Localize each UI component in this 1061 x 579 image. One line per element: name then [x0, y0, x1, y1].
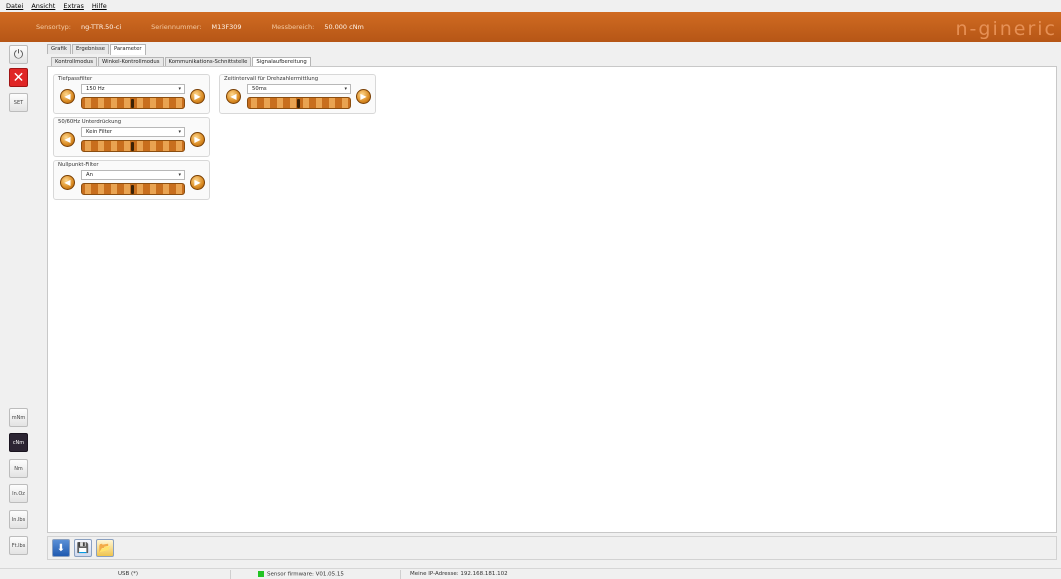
tiefpass-group: Tiefpassfilter ◀ 150 Hz ▾ ▶ — [53, 74, 210, 114]
messbereich-label: Messbereich: — [271, 23, 315, 31]
chevron-down-icon: ▾ — [178, 129, 181, 135]
messbereich-value: 50.000 cNm — [324, 23, 364, 31]
unit-cnm-button[interactable]: cNm — [9, 433, 28, 452]
arrow-right-icon: ▶ — [360, 91, 367, 101]
save-icon: 💾 — [76, 542, 90, 554]
zeitintervall-next-button[interactable]: ▶ — [356, 89, 371, 104]
menu-bar: Datei Ansicht Extras Hilfe — [0, 0, 1061, 12]
ip-status: Meine IP-Adresse: 192.168.181.102 — [410, 571, 508, 577]
sensortyp-value: ng-TTR.50-ci — [81, 23, 122, 31]
unterdrueckung-prev-button[interactable]: ◀ — [60, 132, 75, 147]
unterdrueckung-select[interactable]: Kein Filter ▾ — [81, 127, 185, 137]
zeitintervall-value: 50ms — [252, 86, 267, 92]
unterdrueckung-slider[interactable] — [81, 140, 185, 152]
sensortyp-label: Sensortyp: — [36, 23, 71, 31]
nullpunkt-slider[interactable] — [81, 183, 185, 195]
zeitintervall-title: Zeitintervall für Drehzahlermittlung — [224, 76, 319, 82]
zeitintervall-slider[interactable] — [247, 97, 351, 109]
tab-grafik[interactable]: Grafik — [47, 44, 71, 54]
zeitintervall-prev-button[interactable]: ◀ — [226, 89, 241, 104]
tiefpass-prev-button[interactable]: ◀ — [60, 89, 75, 104]
arrow-left-icon: ◀ — [64, 177, 71, 187]
download-button[interactable]: ⬇ — [52, 539, 70, 557]
firmware-text: Sensor firmware: V01.05.15 — [267, 571, 344, 578]
nullpunkt-group: Nullpunkt-Filter ◀ An ▾ ▶ — [53, 160, 210, 200]
arrow-right-icon: ▶ — [194, 91, 201, 101]
unit-label: In.lbs — [11, 516, 26, 523]
chevron-down-icon: ▾ — [344, 86, 347, 92]
arrow-left-icon: ◀ — [64, 91, 71, 101]
download-icon: ⬇ — [56, 542, 66, 554]
menu-extras[interactable]: Extras — [63, 2, 84, 10]
arrow-left-icon: ◀ — [230, 91, 237, 101]
bottom-toolbar: ⬇ 💾 📂 — [47, 536, 1057, 560]
brand-logo: n-gineric — [955, 18, 1057, 40]
tiefpass-slider[interactable] — [81, 97, 185, 109]
tiefpass-title: Tiefpassfilter — [58, 76, 93, 82]
unit-label: In.Oz — [12, 490, 25, 497]
folder-icon: 📂 — [98, 542, 112, 554]
unit-inoz-button[interactable]: In.Oz — [9, 484, 28, 503]
set-button[interactable]: SET — [9, 93, 28, 112]
nullpunkt-prev-button[interactable]: ◀ — [60, 175, 75, 190]
arrow-left-icon: ◀ — [64, 134, 71, 144]
nullpunkt-title: Nullpunkt-Filter — [58, 162, 99, 168]
unit-nm-button[interactable]: Nm — [9, 459, 28, 478]
zeitintervall-group: Zeitintervall für Drehzahlermittlung ◀ 5… — [219, 74, 376, 114]
unterdrueckung-title: 50/60Hz Unterdrückung — [58, 119, 122, 125]
status-bar: USB (*) Sensor firmware: V01.05.15 Meine… — [0, 568, 1061, 579]
tab-ergebnisse[interactable]: Ergebnisse — [71, 44, 109, 54]
menu-hilfe[interactable]: Hilfe — [92, 2, 107, 10]
close-icon: ✕ — [12, 69, 25, 86]
nullpunkt-next-button[interactable]: ▶ — [190, 175, 205, 190]
save-button[interactable]: 💾 — [74, 539, 92, 557]
slider-knob[interactable] — [131, 185, 134, 194]
signal-panel: Tiefpassfilter ◀ 150 Hz ▾ ▶ 50/60Hz Unte… — [47, 66, 1057, 533]
seriennummer-value: M13F309 — [211, 23, 242, 31]
close-button[interactable]: ✕ — [9, 68, 28, 87]
power-button[interactable]: ⏻ — [9, 45, 28, 64]
status-divider — [400, 570, 401, 579]
slider-knob[interactable] — [131, 142, 134, 151]
unterdrueckung-next-button[interactable]: ▶ — [190, 132, 205, 147]
power-icon: ⏻ — [13, 47, 24, 61]
unterdrueckung-value: Kein Filter — [86, 129, 113, 135]
slider-knob[interactable] — [131, 99, 134, 108]
status-divider — [230, 570, 231, 579]
chevron-down-icon: ▾ — [178, 172, 181, 178]
tiefpass-next-button[interactable]: ▶ — [190, 89, 205, 104]
chevron-down-icon: ▾ — [178, 86, 181, 92]
connection-led-icon — [258, 571, 264, 577]
left-toolbar: ⏻ ✕ SET mNm cNm Nm In.Oz In.lbs Ft.lbs — [0, 42, 36, 572]
arrow-right-icon: ▶ — [194, 177, 201, 187]
unterdrueckung-group: 50/60Hz Unterdrückung ◀ Kein Filter ▾ ▶ — [53, 117, 210, 157]
tiefpass-value: 150 Hz — [86, 86, 105, 92]
nullpunkt-select[interactable]: An ▾ — [81, 170, 185, 180]
unit-ftlbs-button[interactable]: Ft.lbs — [9, 536, 28, 555]
unit-label: mNm — [11, 414, 26, 421]
slider-knob[interactable] — [297, 99, 300, 108]
firmware-status: Sensor firmware: V01.05.15 — [258, 571, 344, 578]
set-icon: SET — [13, 99, 24, 106]
sensor-header: Sensortyp: ng-TTR.50-ci Seriennummer: M1… — [0, 12, 1061, 42]
unit-label: cNm — [12, 439, 25, 446]
menu-datei[interactable]: Datei — [6, 2, 23, 10]
unit-label: Ft.lbs — [11, 542, 26, 549]
unit-inlbs-button[interactable]: In.lbs — [9, 510, 28, 529]
seriennummer-label: Seriennummer: — [151, 23, 202, 31]
menu-ansicht[interactable]: Ansicht — [31, 2, 55, 10]
unit-mnm-button[interactable]: mNm — [9, 408, 28, 427]
main-tabs: Grafik Ergebnisse Parameter — [47, 44, 147, 55]
tab-parameter[interactable]: Parameter — [109, 44, 146, 55]
nullpunkt-value: An — [86, 172, 93, 178]
unit-label: Nm — [14, 465, 23, 472]
zeitintervall-select[interactable]: 50ms ▾ — [247, 84, 351, 94]
open-folder-button[interactable]: 📂 — [96, 539, 114, 557]
tiefpass-select[interactable]: 150 Hz ▾ — [81, 84, 185, 94]
usb-status: USB (*) — [118, 571, 139, 577]
arrow-right-icon: ▶ — [194, 134, 201, 144]
